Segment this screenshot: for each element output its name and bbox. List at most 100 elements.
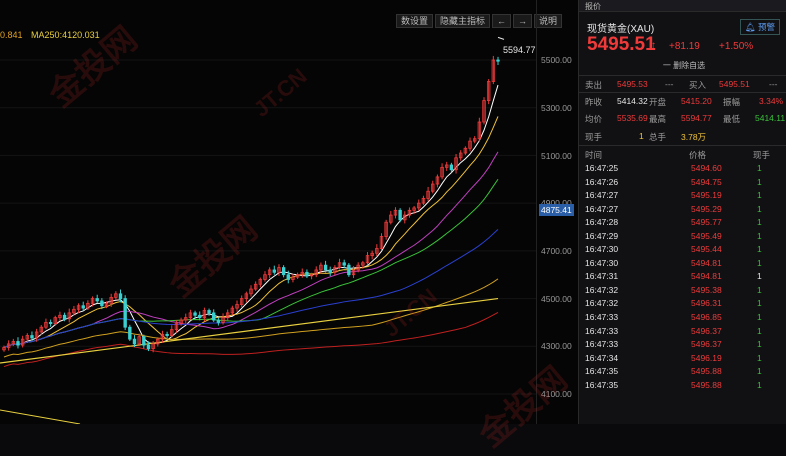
arrow-right-button[interactable]: →	[513, 14, 533, 28]
trade-time: 16:47:30	[585, 244, 619, 255]
trade-time: 16:47:33	[585, 325, 619, 336]
trade-row: 16:47:31 5494.81 1	[579, 270, 786, 284]
trade-price: 5495.29	[691, 203, 722, 214]
buy-label: 买入	[689, 80, 707, 90]
total-qty-label: 总手	[649, 132, 667, 142]
param-settings-button[interactable]: 数设置	[396, 14, 434, 28]
remove-watchlist-button[interactable]: 一 删除自选	[643, 60, 725, 72]
trade-time: 16:47:27	[585, 203, 619, 214]
candle-body	[48, 322, 53, 325]
col-time: 时间	[585, 150, 603, 160]
y-tick: 5300.00	[541, 103, 572, 113]
candle-body	[272, 269, 277, 273]
trade-price: 5495.49	[691, 230, 722, 241]
trade-row: 16:47:27 5495.29 1	[579, 203, 786, 217]
candle-body	[146, 344, 151, 350]
candle-body	[123, 298, 127, 328]
price-change: +81.19	[669, 41, 700, 52]
amplitude-value: 3.34%	[759, 96, 784, 106]
candle-body	[193, 312, 197, 316]
trade-qty: 1	[757, 163, 762, 173]
candle-body	[165, 333, 169, 336]
low-label: 最低	[723, 114, 741, 124]
col-qty: 现手	[753, 150, 771, 160]
quote-panel: 报价 现货黄金(XAU) 🔔︎ 预警 5495.51 ↑ +81.19 +1.5…	[578, 0, 786, 424]
trade-qty: 1	[757, 339, 762, 350]
trade-time: 16:47:32	[585, 298, 619, 309]
candle-body	[62, 314, 67, 320]
trade-row: 16:47:27 5495.19 1	[579, 189, 786, 203]
tab-quote[interactable]: 报价	[579, 0, 786, 12]
candle-body	[132, 338, 137, 345]
trade-time: 16:47:35	[585, 379, 619, 390]
prev-close-value: 5414.32	[617, 96, 648, 106]
trade-time: 16:47:28	[585, 217, 619, 228]
high-marker-line	[497, 36, 505, 40]
y-tick: 5100.00	[541, 151, 572, 161]
candle-body	[118, 293, 123, 299]
sell-label: 卖出	[585, 80, 603, 90]
trade-price: 5496.31	[691, 298, 722, 309]
last-qty-label: 现手	[585, 132, 603, 142]
y-tick: 4300.00	[541, 341, 572, 351]
candle-body	[328, 269, 332, 273]
candle-body	[347, 264, 351, 276]
trade-time: 16:47:25	[585, 163, 619, 173]
trade-price: 5494.75	[691, 176, 722, 187]
candle-body	[216, 319, 221, 323]
trade-price: 5495.88	[691, 366, 722, 377]
high-price-label: 5594.77	[503, 45, 536, 55]
y-tick: 5500.00	[541, 55, 572, 65]
trade-row: 16:47:26 5494.75 1	[579, 176, 786, 190]
percent-change: +1.50%	[719, 41, 754, 52]
trade-qty: 1	[757, 352, 762, 363]
buy-price: 5495.51	[719, 79, 750, 89]
trade-price: 5495.44	[691, 244, 722, 255]
trade-qty: 1	[757, 379, 762, 390]
trade-time: 16:47:27	[585, 190, 619, 201]
trade-row: 16:47:33 5496.37 1	[579, 325, 786, 339]
high-label: 最高	[649, 114, 667, 124]
amplitude-label: 振幅	[723, 97, 741, 107]
prev-close-label: 昨收	[585, 97, 603, 107]
trade-time: 16:47:26	[585, 176, 619, 187]
trade-qty: 1	[757, 366, 762, 377]
trade-qty: 1	[757, 325, 762, 336]
hide-main-indicator-button[interactable]: 隐藏主指标	[435, 14, 491, 28]
candle-body	[323, 264, 328, 271]
trade-qty: 1	[757, 176, 762, 187]
up-arrow-icon: ↑	[651, 40, 656, 51]
candle-body	[342, 262, 346, 266]
ma-extra-line	[0, 409, 81, 424]
candle-body	[305, 271, 309, 277]
trades-list[interactable]: 16:47:25 5494.60 1 16:47:26 5494.75 1 16:47:27…	[579, 162, 786, 392]
trade-row: 16:47:28 5495.77 1	[579, 216, 786, 230]
trade-time: 16:47:35	[585, 366, 619, 377]
candle-body	[212, 312, 216, 321]
trade-qty: 1	[757, 217, 762, 228]
trade-row: 16:47:35 5495.88 1	[579, 379, 786, 393]
trade-qty: 1	[757, 190, 762, 201]
open-label: 开盘	[649, 97, 667, 107]
trade-row: 16:47:30 5495.44 1	[579, 243, 786, 257]
alert-label: 预警	[757, 22, 775, 32]
arrow-left-button[interactable]: ←	[492, 14, 512, 28]
alert-button[interactable]: 🔔︎ 预警	[739, 19, 780, 35]
trades-header: 时间 价格 现手	[579, 147, 786, 160]
y-tick: 4500.00	[541, 294, 572, 304]
kline-chart[interactable]: 0.841 MA250:4120.031 数设置 隐藏主指标 ← → 说明 55…	[0, 0, 578, 455]
trade-row: 16:47:29 5495.49 1	[579, 230, 786, 244]
trade-qty: 1	[757, 257, 762, 268]
trade-qty: 1	[757, 271, 762, 282]
candle-body	[142, 336, 146, 346]
candle-body	[30, 335, 34, 339]
trade-row: 16:47:32 5495.38 1	[579, 284, 786, 298]
last-price: 5495.51	[587, 34, 656, 55]
trade-price: 5496.37	[691, 325, 722, 336]
trade-qty: 1	[757, 203, 762, 214]
ma-value: 0.841	[0, 30, 23, 40]
sell-price: 5495.53	[617, 79, 648, 89]
instrument-title: 现货黄金(XAU)	[587, 24, 655, 35]
candle-body	[496, 59, 500, 62]
candle-body	[286, 274, 290, 280]
